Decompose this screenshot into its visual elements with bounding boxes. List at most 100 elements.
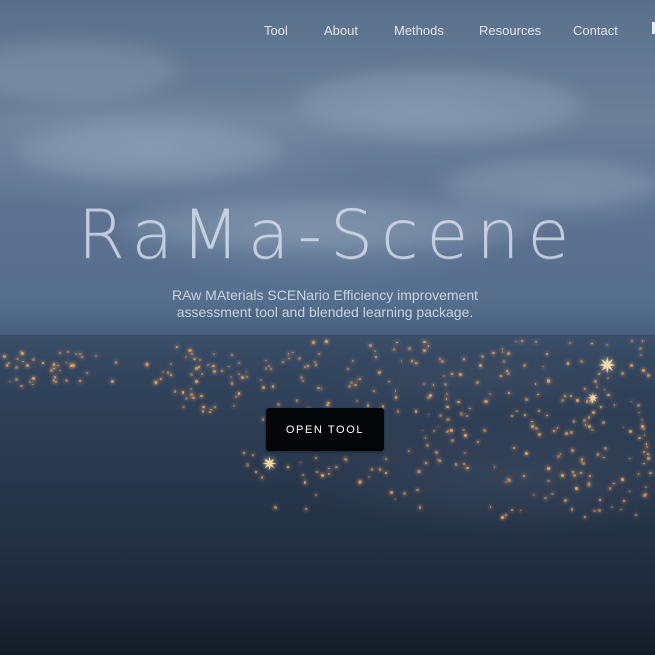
city-light	[374, 349, 376, 352]
city-light	[450, 372, 453, 376]
city-light	[237, 392, 240, 395]
nav-link-about[interactable]: About	[324, 21, 358, 40]
top-navigation: e Tool About Methods Resources Contact	[0, 0, 655, 58]
city-landscape	[0, 335, 655, 655]
city-light	[390, 491, 393, 494]
city-light	[111, 380, 115, 383]
city-light	[317, 386, 320, 389]
light-flare: ✷	[598, 354, 617, 379]
city-light	[20, 351, 22, 353]
city-light	[16, 357, 19, 361]
city-light	[634, 513, 638, 516]
city-light	[15, 377, 19, 381]
city-light	[587, 481, 591, 485]
light-flare: ✷	[587, 391, 599, 407]
city-light	[584, 424, 587, 426]
city-light	[230, 382, 234, 385]
city-light	[262, 386, 265, 390]
city-light	[261, 418, 265, 421]
city-light	[417, 470, 421, 474]
light-flare: ✷	[262, 454, 278, 475]
city-light	[641, 418, 644, 421]
city-light	[173, 390, 177, 393]
city-light	[559, 453, 562, 455]
city-light	[50, 369, 53, 372]
city-light	[418, 506, 421, 509]
city-light	[547, 479, 550, 482]
nav-link-resources[interactable]: Resources	[479, 21, 541, 40]
city-light	[608, 487, 612, 490]
city-light	[584, 388, 586, 390]
city-light	[94, 354, 97, 357]
city-light	[602, 420, 606, 424]
city-light	[377, 370, 381, 375]
city-light	[207, 364, 209, 366]
city-light	[394, 396, 398, 399]
city-light	[114, 361, 117, 364]
open-tool-button[interactable]: OPEN TOOL	[266, 408, 384, 451]
city-light	[613, 404, 616, 406]
city-light	[422, 383, 425, 386]
city-light	[545, 352, 548, 355]
city-light	[80, 355, 84, 358]
city-light	[507, 371, 511, 375]
city-light	[439, 414, 442, 417]
city-light	[301, 379, 305, 382]
city-light	[375, 356, 377, 358]
city-light	[271, 385, 275, 388]
city-light	[596, 453, 599, 456]
city-light	[642, 494, 646, 497]
city-light	[522, 363, 526, 367]
nav-link-methods[interactable]: Methods	[394, 21, 444, 40]
city-light	[314, 493, 318, 496]
city-light	[200, 394, 203, 398]
city-light	[64, 379, 68, 383]
city-light	[22, 360, 24, 363]
city-light	[241, 376, 245, 379]
city-light	[637, 473, 640, 475]
city-light	[591, 342, 593, 345]
nav-link-contact[interactable]: Contact	[573, 21, 618, 40]
city-light	[260, 476, 264, 479]
city-light	[446, 431, 449, 433]
page-title: RaMa-Scene	[77, 196, 578, 275]
city-light	[220, 369, 223, 372]
city-light	[70, 365, 72, 368]
city-light	[630, 340, 633, 343]
city-light	[273, 506, 277, 509]
city-light	[515, 340, 517, 343]
city-light	[505, 513, 507, 516]
city-light	[320, 473, 324, 477]
city-light	[645, 486, 647, 488]
city-light	[188, 348, 192, 353]
city-light	[620, 372, 624, 376]
city-light	[643, 462, 645, 465]
city-light	[587, 416, 590, 419]
nav-link-tool[interactable]: Tool	[264, 21, 288, 40]
city-light	[287, 352, 290, 355]
city-light	[551, 492, 554, 495]
city-light	[52, 363, 56, 366]
city-light	[251, 453, 255, 456]
city-light	[57, 364, 59, 366]
city-light	[561, 398, 564, 402]
city-light	[511, 509, 513, 511]
city-light	[237, 362, 240, 365]
city-light	[269, 367, 273, 371]
city-light	[193, 357, 196, 360]
hero-subtitle: RAw MAterials SCENario Efficiency improv…	[171, 287, 479, 320]
city-light	[458, 373, 462, 377]
city-light	[369, 343, 372, 347]
city-light	[358, 377, 361, 380]
city-light	[25, 363, 29, 367]
city-light	[312, 341, 316, 344]
city-light	[66, 350, 69, 353]
city-light	[245, 463, 249, 467]
city-light	[461, 428, 465, 432]
city-light	[579, 359, 584, 363]
city-light	[544, 496, 547, 500]
hero-section: ✷ ✷ ✷ e Tool About Methods Resources Con…	[0, 0, 655, 655]
city-light	[573, 474, 576, 478]
city-light	[201, 405, 205, 409]
city-light	[640, 354, 642, 356]
